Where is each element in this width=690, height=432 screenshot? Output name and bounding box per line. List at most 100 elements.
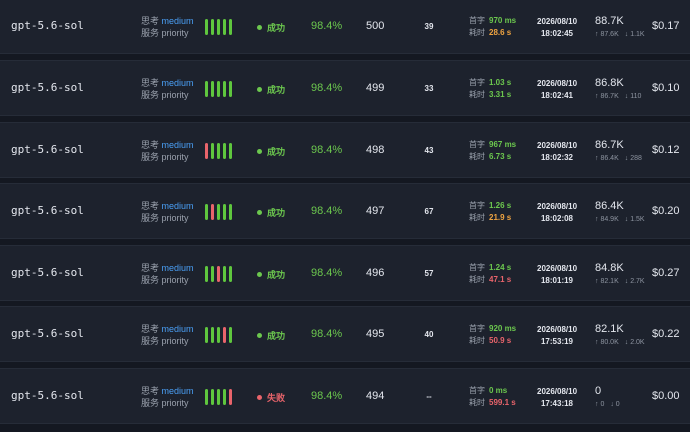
- health-bar: [217, 204, 220, 220]
- tokens-out: ↓ 2.0K: [624, 339, 645, 346]
- timing-info: 首字 920 ms 耗时 50.9 s: [469, 323, 516, 347]
- token-usage: 0 ↑ 0 ↓ 0: [595, 384, 626, 411]
- time-text: 18:02:32: [540, 153, 574, 162]
- health-bars: [205, 266, 232, 282]
- timestamp: 2026/08/10 18:02:32: [537, 140, 577, 164]
- status-badge: 成功: [257, 268, 285, 281]
- duration-label: 耗时: [469, 90, 485, 99]
- first-token-value: 1.03 s: [489, 78, 512, 87]
- request-id: 499: [366, 82, 385, 94]
- request-meta: 思考 medium 服务 priority: [141, 77, 194, 101]
- timing-info: 首字 0 ms 耗时 599.1 s: [469, 385, 516, 409]
- request-meta: 思考 medium 服务 priority: [141, 323, 194, 347]
- request-count: 57: [424, 269, 434, 278]
- request-id: 494: [366, 390, 385, 402]
- think-label: 思考: [141, 140, 160, 150]
- status-badge: 成功: [257, 145, 285, 158]
- service-label: 服务: [141, 28, 160, 38]
- token-usage: 86.7K ↑ 86.4K ↓ 288: [595, 138, 648, 165]
- request-meta: 思考 medium 服务 priority: [141, 15, 194, 39]
- time-text: 18:02:08: [540, 214, 574, 223]
- request-count: 33: [424, 84, 434, 93]
- request-id: 495: [366, 328, 385, 340]
- date-text: 2026/08/10: [537, 17, 578, 26]
- timing-info: 首字 970 ms 耗时 28.6 s: [469, 15, 516, 39]
- first-token-value: 920 ms: [489, 324, 517, 333]
- health-bar: [217, 327, 220, 343]
- tokens-in: ↑ 86.7K: [595, 93, 619, 100]
- date-text: 2026/08/10: [537, 141, 578, 150]
- health-bar: [217, 81, 220, 97]
- health-bars: [205, 204, 232, 220]
- service-label: 服务: [141, 398, 160, 408]
- model-name: gpt-5.6-sol: [11, 266, 84, 279]
- request-id: 500: [366, 20, 385, 32]
- date-text: 2026/08/10: [537, 202, 578, 211]
- service-value: priority: [161, 90, 189, 100]
- status-text: 成功: [267, 23, 286, 33]
- request-row[interactable]: gpt-5.6-sol 思考 medium 服务 priority 成功 98.…: [0, 60, 690, 116]
- tokens-out: ↓ 1.1K: [624, 31, 645, 38]
- cost-value: $0.00: [652, 390, 680, 402]
- success-rate: 98.4%: [311, 20, 343, 32]
- status-dot-icon: [257, 87, 262, 92]
- think-label: 思考: [141, 386, 160, 396]
- think-label: 思考: [141, 201, 160, 211]
- model-name: gpt-5.6-sol: [11, 143, 84, 156]
- service-label: 服务: [141, 275, 160, 285]
- think-label: 思考: [141, 16, 160, 26]
- time-text: 18:02:45: [540, 29, 574, 38]
- cost-value: $0.12: [652, 144, 680, 156]
- request-id: 496: [366, 267, 385, 279]
- first-token-value: 1.26 s: [489, 201, 512, 210]
- health-bar: [217, 266, 220, 282]
- first-token-label: 首字: [469, 140, 485, 149]
- health-bar: [229, 389, 232, 405]
- health-bar: [205, 19, 208, 35]
- health-bar: [229, 266, 232, 282]
- think-value: medium: [161, 140, 194, 150]
- request-count: 40: [424, 330, 434, 339]
- tokens-in: ↑ 80.0K: [595, 339, 619, 346]
- health-bar: [229, 327, 232, 343]
- think-value: medium: [161, 386, 194, 396]
- request-row[interactable]: gpt-5.6-sol 思考 medium 服务 priority 失败 98.…: [0, 368, 690, 424]
- think-label: 思考: [141, 263, 160, 273]
- token-usage: 86.4K ↑ 84.9K ↓ 1.5K: [595, 199, 651, 226]
- request-count: 67: [424, 207, 434, 216]
- cost-value: $0.27: [652, 267, 680, 279]
- date-text: 2026/08/10: [537, 264, 578, 273]
- service-value: priority: [161, 213, 189, 223]
- tokens-total: 86.7K: [595, 139, 624, 151]
- timing-info: 首字 967 ms 耗时 6.73 s: [469, 139, 516, 163]
- duration-value: 28.6 s: [489, 28, 512, 37]
- request-row[interactable]: gpt-5.6-sol 思考 medium 服务 priority 成功 98.…: [0, 183, 690, 239]
- date-text: 2026/08/10: [537, 325, 578, 334]
- request-count: 39: [424, 22, 434, 31]
- duration-value: 21.9 s: [489, 213, 512, 222]
- service-label: 服务: [141, 336, 160, 346]
- request-row[interactable]: gpt-5.6-sol 思考 medium 服务 priority 成功 98.…: [0, 0, 690, 54]
- date-text: 2026/08/10: [537, 387, 578, 396]
- timestamp: 2026/08/10 18:01:19: [537, 263, 577, 287]
- health-bar: [211, 143, 214, 159]
- duration-label: 耗时: [469, 336, 485, 345]
- duration-value: 599.1 s: [489, 398, 516, 407]
- think-value: medium: [161, 201, 194, 211]
- success-rate: 98.4%: [311, 205, 343, 217]
- health-bars: [205, 327, 232, 343]
- cost-value: $0.10: [652, 82, 680, 94]
- tokens-in: ↑ 82.1K: [595, 278, 619, 285]
- first-token-value: 967 ms: [489, 140, 517, 149]
- timing-info: 首字 1.26 s 耗时 21.9 s: [469, 200, 511, 224]
- think-value: medium: [161, 324, 194, 334]
- health-bar: [229, 81, 232, 97]
- request-row[interactable]: gpt-5.6-sol 思考 medium 服务 priority 成功 98.…: [0, 122, 690, 178]
- cost-value: $0.17: [652, 20, 680, 32]
- status-badge: 成功: [257, 206, 285, 219]
- request-row[interactable]: gpt-5.6-sol 思考 medium 服务 priority 成功 98.…: [0, 306, 690, 362]
- success-rate: 98.4%: [311, 328, 343, 340]
- health-bar: [205, 266, 208, 282]
- timestamp: 2026/08/10 18:02:45: [537, 16, 577, 40]
- request-row[interactable]: gpt-5.6-sol 思考 medium 服务 priority 成功 98.…: [0, 245, 690, 301]
